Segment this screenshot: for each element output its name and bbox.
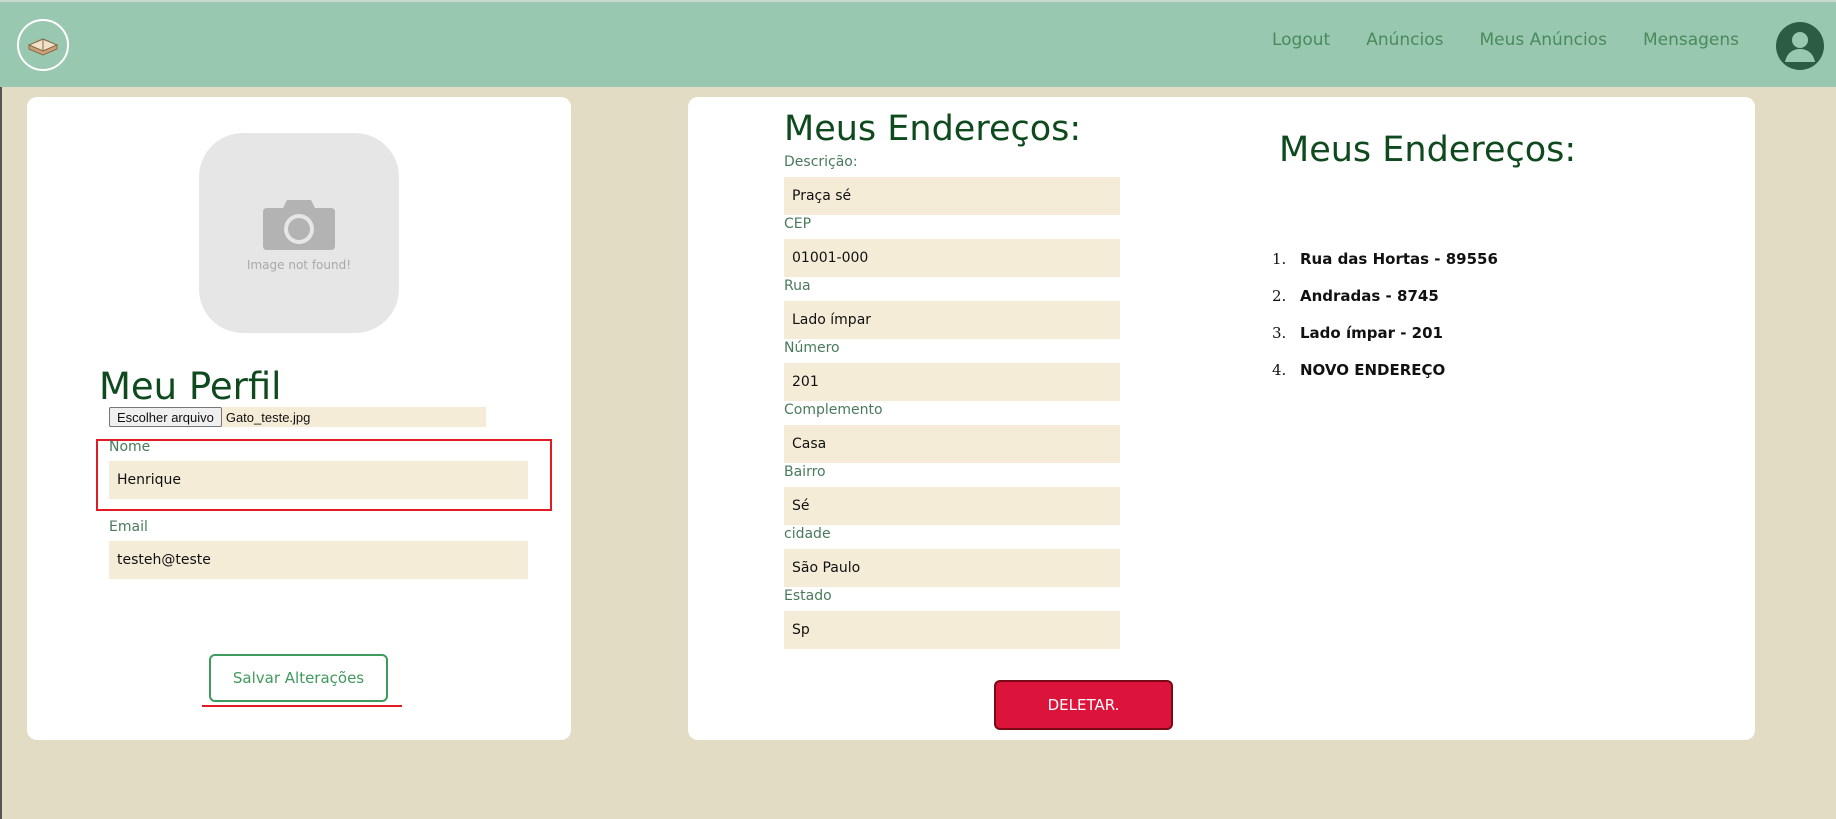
address-list-title: Meus Endereços: (1279, 130, 1577, 170)
numero-label: Número (784, 340, 840, 356)
descricao-label: Descrição: (784, 154, 858, 170)
email-input[interactable] (109, 541, 528, 579)
name-label: Nome (109, 439, 151, 455)
nav-links: Logout Anúncios Meus Anúncios Mensagens (1272, 30, 1739, 50)
address-text: Lado ímpar - 201 (1300, 323, 1443, 342)
save-underline-annotation (202, 705, 402, 707)
bairro-input[interactable] (784, 487, 1120, 525)
photo-caption: Image not found! (246, 258, 352, 272)
file-upload: Escolher arquivo Gato_teste.jpg (109, 407, 486, 427)
delete-button[interactable]: DELETAR. (994, 680, 1173, 730)
nav-anuncios[interactable]: Anúncios (1366, 30, 1443, 50)
profile-card: Image not found! Meu Perfil Escolher arq… (27, 97, 571, 740)
name-input[interactable] (109, 461, 528, 499)
user-avatar-icon (1785, 32, 1815, 62)
choose-file-button[interactable]: Escolher arquivo (109, 407, 222, 427)
complemento-input[interactable] (784, 425, 1120, 463)
address-number: 2. (1272, 286, 1287, 305)
estado-label: Estado (784, 588, 832, 604)
nav-mensagens[interactable]: Mensagens (1643, 30, 1739, 50)
address-list-item[interactable]: 4. NOVO ENDEREÇO (1272, 351, 1498, 388)
rua-label: Rua (784, 278, 811, 294)
window-left-edge (0, 87, 2, 819)
logo[interactable] (17, 19, 69, 71)
cep-label: CEP (784, 216, 812, 232)
address-card: Meus Endereços: Descrição: CEP Rua Númer… (688, 97, 1755, 740)
address-text: NOVO ENDEREÇO (1300, 360, 1446, 379)
bairro-label: Bairro (784, 464, 826, 480)
profile-title: Meu Perfil (99, 365, 282, 408)
camera-icon (263, 200, 335, 250)
nav-meus-anuncios[interactable]: Meus Anúncios (1479, 30, 1606, 50)
book-logo-icon (27, 38, 59, 56)
navbar: Logout Anúncios Meus Anúncios Mensagens (0, 0, 1836, 87)
address-list-item[interactable]: 3. Lado ímpar - 201 (1272, 314, 1498, 351)
address-text: Andradas - 8745 (1300, 286, 1439, 305)
address-list: 1. Rua das Hortas - 89556 2. Andradas - … (1272, 240, 1498, 388)
address-form-title: Meus Endereços: (784, 109, 1082, 149)
complemento-label: Complemento (784, 402, 883, 418)
profile-photo: Image not found! (199, 133, 399, 333)
address-list-item[interactable]: 1. Rua das Hortas - 89556 (1272, 240, 1498, 277)
numero-input[interactable] (784, 363, 1120, 401)
estado-input[interactable] (784, 611, 1120, 649)
descricao-input[interactable] (784, 177, 1120, 215)
address-list-item[interactable]: 2. Andradas - 8745 (1272, 277, 1498, 314)
address-text: Rua das Hortas - 89556 (1300, 249, 1498, 268)
email-label: Email (109, 519, 148, 535)
nav-logout[interactable]: Logout (1272, 30, 1330, 50)
cidade-input[interactable] (784, 549, 1120, 587)
address-number: 4. (1272, 360, 1287, 379)
file-name: Gato_teste.jpg (225, 409, 311, 425)
save-button[interactable]: Salvar Alterações (209, 654, 388, 702)
address-number: 3. (1272, 323, 1287, 342)
rua-input[interactable] (784, 301, 1120, 339)
cep-input[interactable] (784, 239, 1120, 277)
cidade-label: cidade (784, 526, 831, 542)
address-number: 1. (1272, 249, 1287, 268)
user-avatar[interactable] (1776, 22, 1824, 70)
